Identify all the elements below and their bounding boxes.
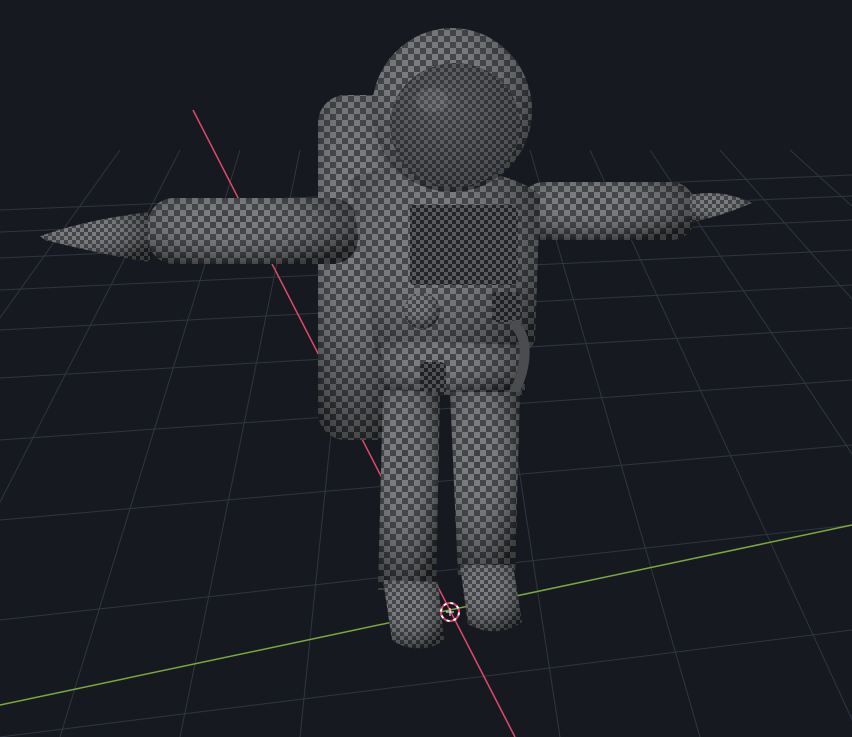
- astronaut-model[interactable]: [40, 28, 752, 649]
- viewport-scene: [0, 28, 852, 737]
- 3d-viewport[interactable]: [0, 0, 852, 737]
